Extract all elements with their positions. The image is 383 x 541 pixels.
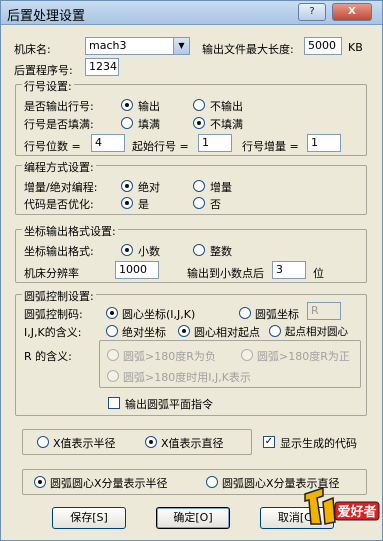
decimal-places-label: 输出到小数点后: [187, 267, 264, 280]
line-digits-input[interactable]: 4: [91, 134, 125, 152]
post-program-input[interactable]: 1234: [85, 58, 119, 76]
line-number-legend: 行号设置:: [22, 78, 74, 94]
output-line-number-yes-radio[interactable]: [121, 99, 133, 111]
fill-line-number-no-label: 不填满: [210, 118, 243, 131]
fill-line-number-yes-radio[interactable]: [121, 117, 133, 129]
output-line-number-no-label: 不输出: [210, 100, 243, 113]
r-positive-radio[interactable]: [241, 349, 253, 361]
show-code-label: 显示生成的代码: [280, 437, 357, 450]
ijk-meaning-label: I,J,K的含义:: [24, 326, 82, 339]
watermark-logo: 爱好者: [304, 486, 380, 525]
decimal-places-unit: 位: [313, 267, 324, 280]
start-line-input[interactable]: 1: [198, 134, 232, 152]
output-line-number-no-radio[interactable]: [193, 99, 205, 111]
chevron-down-icon[interactable]: ▼: [173, 38, 189, 54]
r-meaning-label: R 的含义:: [24, 350, 72, 363]
arc-radius-input[interactable]: R: [307, 302, 341, 320]
watermark-text: 爱好者: [337, 504, 376, 520]
title-bar: 后置处理设置 ? X: [1, 1, 382, 25]
code-optimize-yes-radio[interactable]: [121, 197, 133, 209]
incremental-mode-label: 增量: [210, 181, 232, 194]
code-optimize-yes-label: 是: [138, 198, 149, 211]
arc-x-radius-radio[interactable]: [34, 476, 46, 488]
arc-code-label: 圆弧控制码:: [24, 308, 83, 321]
ijk-start-relative-center-label: 起点相对圆心: [285, 326, 348, 338]
ijk-start-relative-center-radio[interactable]: [269, 325, 281, 337]
r-positive-label: 圆弧>180度R为正: [257, 350, 350, 363]
line-increment-input[interactable]: 1: [307, 134, 341, 152]
ijk-absolute-label: 绝对坐标: [122, 326, 166, 339]
machine-resolution-label: 机床分辨率: [24, 267, 79, 280]
arc-center-coord-label: 圆心坐标(I,J,K): [122, 308, 196, 321]
coordinate-format-label: 坐标输出格式:: [24, 245, 94, 258]
ijk-center-relative-start-label: 圆心相对起点: [194, 326, 260, 339]
post-program-label: 后置程序号:: [14, 64, 73, 77]
incremental-mode-radio[interactable]: [193, 180, 205, 192]
ijk-center-relative-start-radio[interactable]: [178, 325, 190, 337]
absolute-mode-label: 绝对: [138, 181, 160, 194]
decimal-format-label: 小数: [138, 245, 160, 258]
start-line-label: 起始行号 =: [132, 140, 189, 153]
arc-radius-coord-label: 圆弧坐标: [255, 308, 299, 321]
output-line-number-yes-label: 输出: [138, 100, 160, 113]
ijk-absolute-radio[interactable]: [106, 325, 118, 337]
arc-radius-coord-radio[interactable]: [239, 307, 251, 319]
show-code-checkbox[interactable]: ✓: [263, 436, 275, 448]
close-button[interactable]: X: [332, 3, 372, 21]
r-ijk-radio[interactable]: [107, 370, 119, 382]
fill-line-number-no-radio[interactable]: [193, 117, 205, 129]
r-negative-label: 圆弧>180度R为负: [123, 350, 216, 363]
x-radius-radio[interactable]: [37, 436, 49, 448]
programming-mode-label: 增量/绝对编程:: [24, 181, 98, 194]
integer-format-radio[interactable]: [193, 244, 205, 256]
integer-format-label: 整数: [210, 245, 232, 258]
arc-plane-label: 输出圆弧平面指令: [125, 398, 213, 411]
max-file-length-label: 输出文件最大长度:: [202, 43, 294, 56]
coordinate-format-legend: 坐标输出格式设置:: [22, 223, 118, 239]
fill-line-number-label: 行号是否填满:: [24, 118, 94, 131]
machine-resolution-input[interactable]: 1000: [115, 261, 159, 279]
arc-control-legend: 圆弧控制设置:: [22, 288, 96, 304]
arc-x-diameter-radio[interactable]: [206, 476, 218, 488]
fill-line-number-yes-label: 填满: [138, 118, 160, 131]
r-ijk-label: 圆弧>180度时用I,J,K表示: [123, 371, 251, 384]
output-line-number-label: 是否输出行号:: [24, 100, 94, 113]
code-optimize-label: 代码是否优化:: [24, 198, 94, 211]
machine-name-value: mach3: [89, 39, 127, 52]
arc-center-coord-radio[interactable]: [106, 307, 118, 319]
decimal-format-radio[interactable]: [121, 244, 133, 256]
x-diameter-label: X值表示直径: [161, 437, 224, 450]
r-negative-radio[interactable]: [107, 349, 119, 361]
decimal-places-input[interactable]: 3: [272, 261, 306, 279]
programming-mode-legend: 编程方式设置:: [22, 159, 96, 175]
code-optimize-no-label: 否: [210, 198, 221, 211]
ok-button[interactable]: 确定[O]: [156, 507, 230, 529]
help-button[interactable]: ?: [298, 3, 326, 21]
line-digits-label: 行号位数 =: [24, 140, 81, 153]
dialog-title: 后置处理设置: [7, 9, 86, 24]
x-diameter-radio[interactable]: [145, 436, 157, 448]
line-increment-label: 行号增量 =: [242, 140, 299, 153]
x-radius-label: X值表示半径: [53, 437, 116, 450]
save-button[interactable]: 保存[S]: [52, 507, 126, 529]
machine-name-select[interactable]: mach3 ▼: [85, 37, 190, 55]
absolute-mode-radio[interactable]: [121, 180, 133, 192]
arc-plane-checkbox[interactable]: [108, 397, 120, 409]
code-optimize-no-radio[interactable]: [193, 197, 205, 209]
arc-x-radius-label: 圆弧圆心X分量表示半径: [50, 477, 168, 490]
machine-name-label: 机床名:: [14, 43, 51, 56]
post-settings-dialog: 后置处理设置 ? X 机床名: mach3 ▼ 输出文件最大长度: 5000 K…: [0, 0, 383, 541]
max-file-length-unit: KB: [348, 41, 363, 54]
max-file-length-input[interactable]: 5000: [304, 37, 342, 55]
